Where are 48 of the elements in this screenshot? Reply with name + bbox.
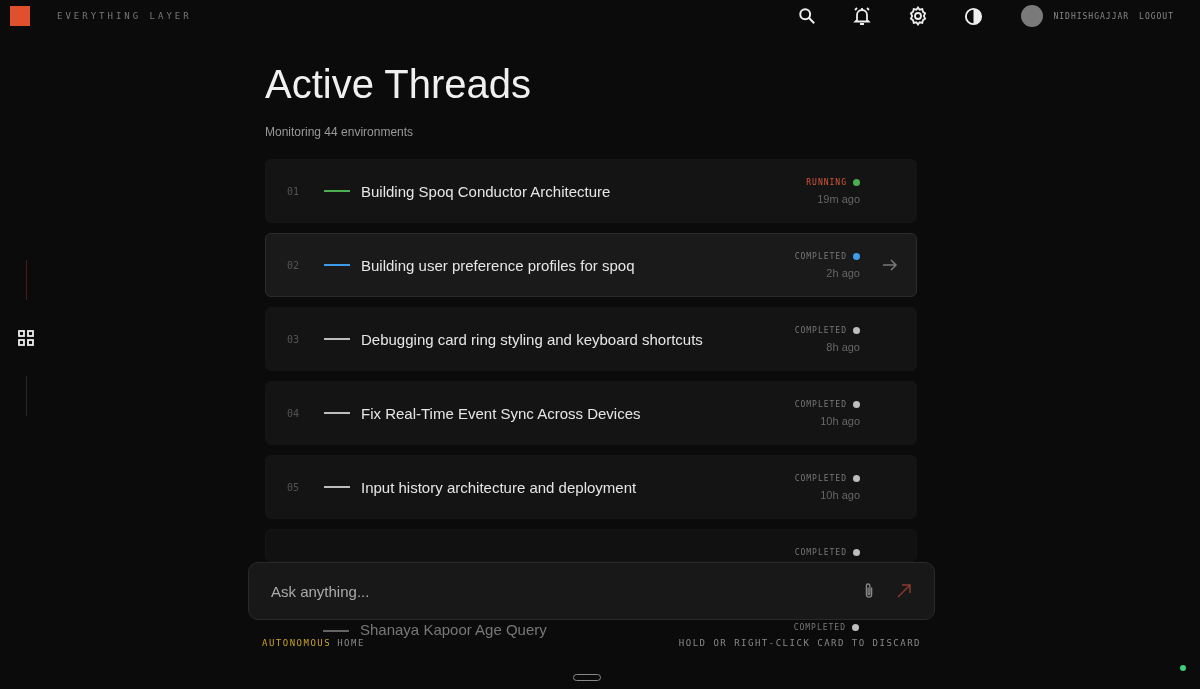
status-label: COMPLETED xyxy=(794,548,847,557)
bell-icon[interactable] xyxy=(852,6,873,26)
arrow-right-icon[interactable] xyxy=(882,257,898,273)
thread-card[interactable]: 02 Building user preference profiles for spoq COMPLETED 2h ago xyxy=(265,233,917,297)
contrast-icon[interactable] xyxy=(964,6,984,26)
thread-title: Debugging card ring styling and keyboard shortcuts xyxy=(361,330,704,348)
status-label: COMPLETED xyxy=(794,399,847,409)
mode-label[interactable]: AUTONOMOUS xyxy=(262,638,332,648)
thread-card[interactable]: 03 Debugging card ring styling and keyboard shortcuts COMPLETED 8h ago xyxy=(265,307,917,371)
thread-card[interactable]: 04 Fix Real-Time Event Sync Across Devices COMPLETED 10h ago xyxy=(265,381,917,445)
ask-field[interactable]: Ask anything... xyxy=(248,562,935,620)
thread-number: 05 xyxy=(287,481,301,493)
brand-name: EVERYTHING LAYER xyxy=(57,11,192,21)
search-icon[interactable] xyxy=(798,7,817,25)
status-label: COMPLETED xyxy=(794,251,847,261)
thread-time: 10h ago xyxy=(820,488,860,501)
status-label: COMPLETED xyxy=(793,623,846,632)
page-subtitle: Monitoring 44 environments xyxy=(265,125,415,139)
settings-icon[interactable] xyxy=(908,6,929,26)
thread-time: 2h ago xyxy=(826,266,860,279)
thread-title: Building Spoq Conductor Architecture xyxy=(361,182,612,200)
status-label: COMPLETED xyxy=(794,473,847,483)
thread-time: 8h ago xyxy=(826,340,860,353)
page-title: Active Threads xyxy=(265,62,533,107)
logo-square xyxy=(10,6,30,26)
thread-title[interactable]: Shanaya Kapoor Age Query xyxy=(360,622,794,638)
grid-icon[interactable] xyxy=(18,330,34,346)
status-label: COMPLETED xyxy=(794,325,847,335)
location-label: HOME xyxy=(337,638,365,648)
logout-link[interactable]: LOGOUT xyxy=(1139,11,1174,21)
thread-card[interactable]: 05 Input history architecture and deployment COMPLETED 10h ago xyxy=(265,455,917,519)
thread-title: Fix Real-Time Event Sync Across Devices xyxy=(361,404,642,422)
thread-number: 02 xyxy=(287,259,301,271)
username: NIDHISHGAJJAR xyxy=(1053,11,1130,21)
thread-title: Building user preference profiles for spoq xyxy=(361,256,636,274)
thread-number: 01 xyxy=(287,185,301,197)
ask-input[interactable]: Ask anything... xyxy=(269,581,842,601)
thread-time: 10h ago xyxy=(820,414,860,427)
thread-card[interactable]: COMPLETED xyxy=(265,529,917,562)
avatar[interactable] xyxy=(1021,5,1044,27)
thread-card[interactable]: 01 Building Spoq Conductor Architecture RUNNING 19m ago xyxy=(265,159,917,223)
hint-text: HOLD OR RIGHT-CLICK CARD TO DISCARD xyxy=(678,638,921,648)
thread-number: 03 xyxy=(287,333,301,345)
thread-time: 19m ago xyxy=(817,192,860,205)
status-label: RUNNING xyxy=(806,177,847,187)
thread-title: Input history architecture and deployment xyxy=(361,478,638,496)
connection-dot xyxy=(1180,665,1186,671)
thread-number: 04 xyxy=(287,407,301,419)
